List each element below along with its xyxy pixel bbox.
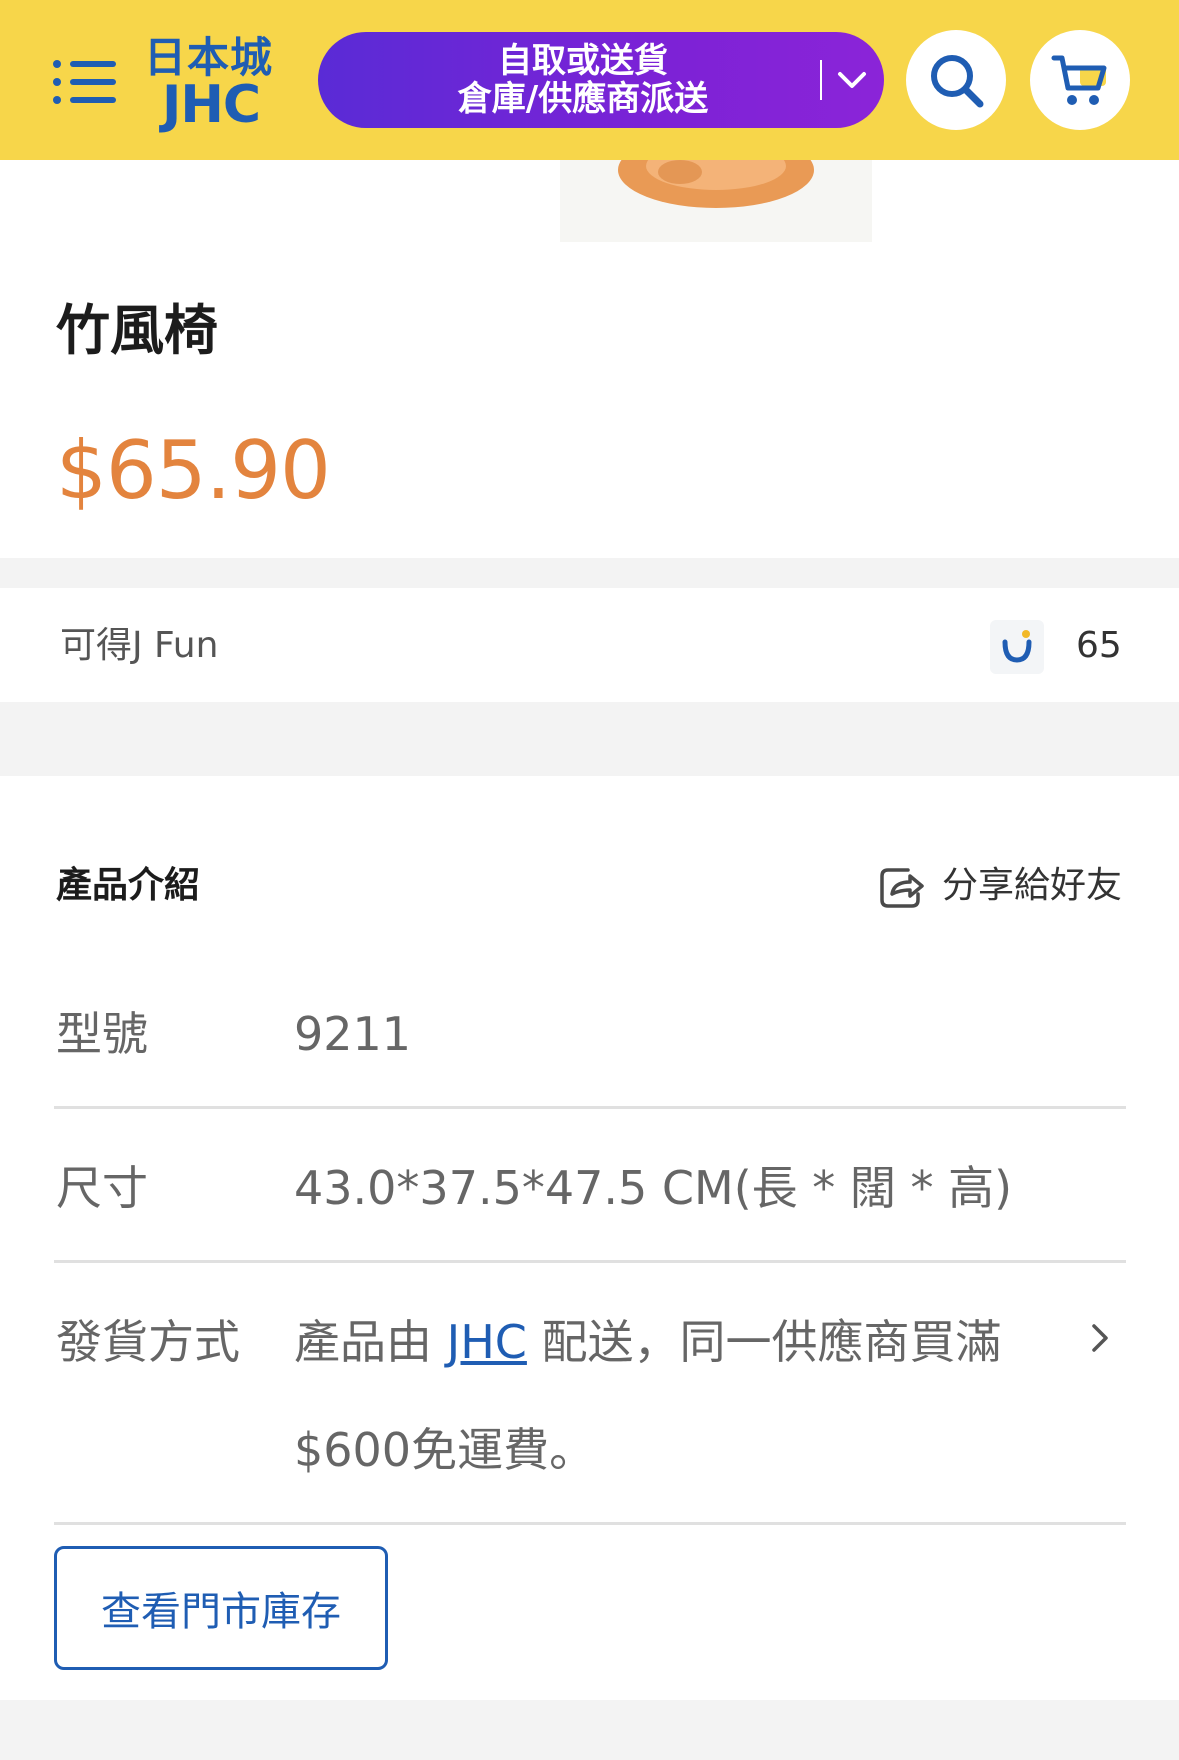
logo-text-bottom: JHC xyxy=(162,75,261,135)
jhc-link[interactable]: JHC xyxy=(447,1315,527,1369)
bottom-separator xyxy=(0,1700,1179,1760)
search-icon xyxy=(931,55,984,108)
share-icon xyxy=(878,864,924,910)
shipping-value: 產品由 JHC 配送，同一供應商買滿 xyxy=(294,1312,1002,1372)
product-intro-title: 產品介紹 xyxy=(56,865,201,906)
divider xyxy=(54,1522,1126,1525)
delivery-mode-line1: 自取或送貨 xyxy=(498,41,668,81)
product-image xyxy=(560,160,872,242)
product-title: 竹風椅 xyxy=(56,299,218,362)
pill-divider xyxy=(820,60,822,100)
delivery-mode-line2: 倉庫/供應商派送 xyxy=(457,79,709,119)
check-store-stock-button[interactable]: 查看門市庫存 xyxy=(54,1546,388,1670)
model-value: 9211 xyxy=(294,1007,412,1061)
size-value: 43.0*37.5*47.5 CM(長 * 闊 * 高) xyxy=(294,1161,1013,1215)
top-header: 日本城 JHC 自取或送貨 倉庫/供應商派送 xyxy=(0,0,1179,160)
cart-icon xyxy=(1051,55,1107,105)
section-separator xyxy=(0,702,1179,776)
chevron-down-icon[interactable] xyxy=(830,58,874,102)
menu-icon[interactable] xyxy=(52,58,118,106)
shipping-prefix: 產品由 xyxy=(294,1315,447,1369)
product-price: $65.90 xyxy=(56,424,331,517)
divider xyxy=(54,1260,1126,1263)
check-store-stock-label: 查看門市庫存 xyxy=(101,1589,341,1635)
jfun-value: 65 xyxy=(1076,625,1122,666)
divider xyxy=(54,1106,1126,1109)
delivery-mode-selector[interactable]: 自取或送貨 倉庫/供應商派送 xyxy=(318,32,884,128)
search-button[interactable] xyxy=(906,30,1006,130)
shipping-suffix: 配送，同一供應商買滿 xyxy=(526,1315,1002,1369)
shipping-value-line2: $600免運費。 xyxy=(294,1423,596,1477)
share-label: 分享給好友 xyxy=(942,865,1123,906)
model-label: 型號 xyxy=(56,1007,148,1061)
jfun-smile-icon xyxy=(990,620,1044,674)
jfun-label: 可得J Fun xyxy=(60,625,219,666)
cart-button[interactable] xyxy=(1030,30,1130,130)
jhc-logo[interactable]: 日本城 JHC xyxy=(144,34,280,135)
size-label: 尺寸 xyxy=(56,1161,148,1215)
share-button[interactable]: 分享給好友 xyxy=(878,858,1124,914)
shipping-label: 發貨方式 xyxy=(56,1315,240,1369)
chevron-right-icon[interactable] xyxy=(1088,1318,1112,1358)
section-separator xyxy=(0,558,1179,588)
jfun-points-row: 可得J Fun 65 xyxy=(0,588,1179,702)
